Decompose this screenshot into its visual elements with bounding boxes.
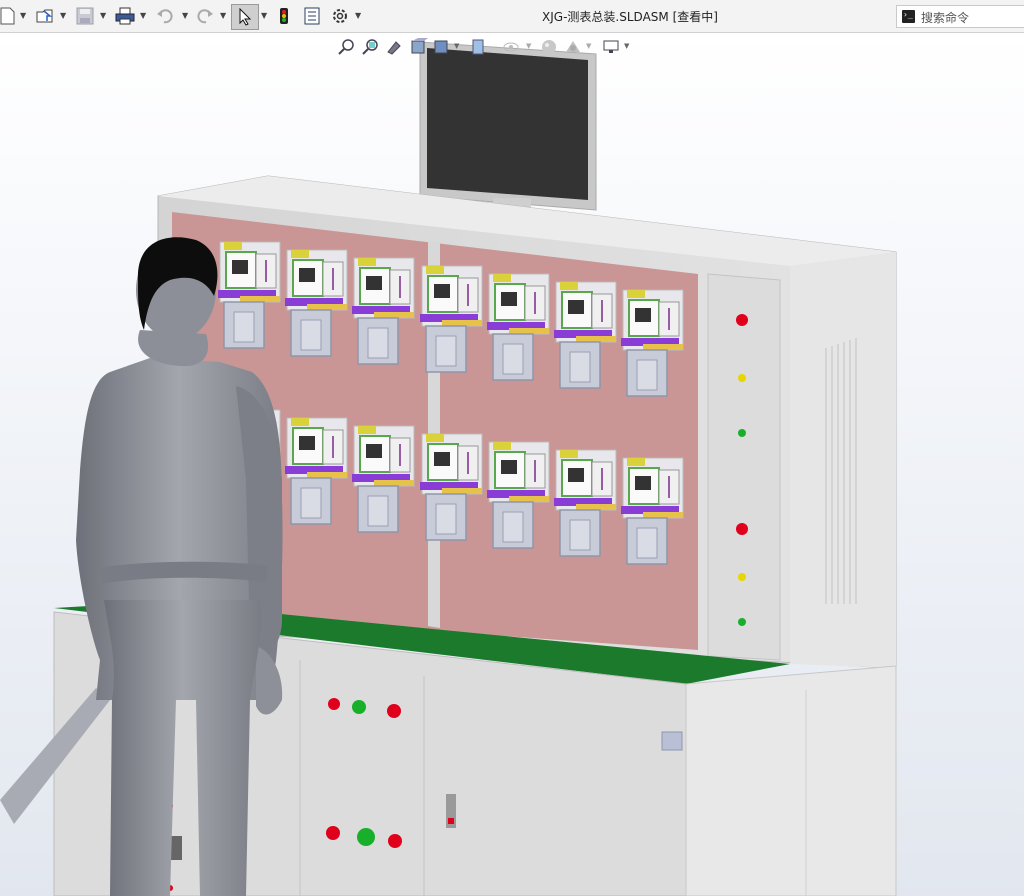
section-view-icon[interactable] [410,38,428,56]
graphics-viewport[interactable]: ▼ ▼ ▼ ▼ [0,33,1024,896]
previous-view-icon[interactable] [386,38,404,56]
save-icon[interactable] [74,4,96,28]
print-icon[interactable] [114,4,136,28]
push-button-green [352,700,366,714]
hide-show-icon[interactable] [502,38,520,56]
title-toolbar: ▼ ▼ ▼ ▼ ▼ ▼ ▼ ▼ XJG-测表总装.SLDASM [查看中] 搜索… [0,0,1024,33]
select-cursor-icon[interactable] [231,4,259,30]
chevron-down-icon[interactable]: ▼ [261,11,267,20]
chevron-down-icon[interactable]: ▼ [100,11,106,20]
redo-icon[interactable] [194,4,216,28]
zoom-area-icon[interactable] [362,38,380,56]
chevron-down-icon[interactable]: ▼ [220,11,226,20]
view-settings-icon[interactable] [602,38,620,56]
chevron-down-icon[interactable]: ▼ [60,11,66,20]
indicator-lamp-red [736,523,748,535]
chevron-down-icon[interactable]: ▼ [140,11,146,20]
heads-up-view-toolbar: ▼ ▼ ▼ ▼ [336,36,636,58]
view-orientation-icon[interactable] [432,38,450,56]
push-button-red [328,698,340,710]
undo-icon[interactable] [154,4,176,28]
chevron-down-icon[interactable]: ▼ [624,42,629,50]
document-title: XJG-测表总装.SLDASM [查看中] [542,10,718,24]
indicator-lamp-yellow [738,573,746,581]
assembly-scene [0,41,897,896]
indicator-lamp-red [736,314,748,326]
edit-appearance-icon[interactable] [540,38,558,56]
indicator-lamp-yellow [738,374,746,382]
search-input[interactable]: 搜索命令 [896,5,1024,28]
push-button-red [387,704,401,718]
chevron-down-icon[interactable]: ▼ [20,11,26,20]
chevron-down-icon[interactable]: ▼ [526,42,531,50]
push-button-green [357,828,375,846]
chevron-down-icon[interactable]: ▼ [454,42,459,50]
chevron-down-icon[interactable]: ▼ [586,42,591,50]
traffic-light-icon[interactable] [277,4,291,28]
indicator-lamp-green [738,429,746,437]
gear-icon[interactable] [329,4,351,28]
file-properties-icon[interactable] [301,4,323,28]
chevron-down-icon[interactable]: ▼ [355,11,361,20]
search-placeholder: 搜索命令 [921,11,970,25]
new-document-icon[interactable] [0,4,16,28]
chevron-down-icon[interactable]: ▼ [182,11,188,20]
push-button-red [388,834,402,848]
push-button-red [326,826,340,840]
zoom-to-fit-icon[interactable] [338,38,356,56]
display-style-icon[interactable] [470,38,488,56]
command-prompt-icon [902,10,915,23]
apply-scene-icon[interactable] [564,38,582,56]
indicator-lamp-green [738,618,746,626]
open-folder-icon[interactable] [34,4,56,28]
